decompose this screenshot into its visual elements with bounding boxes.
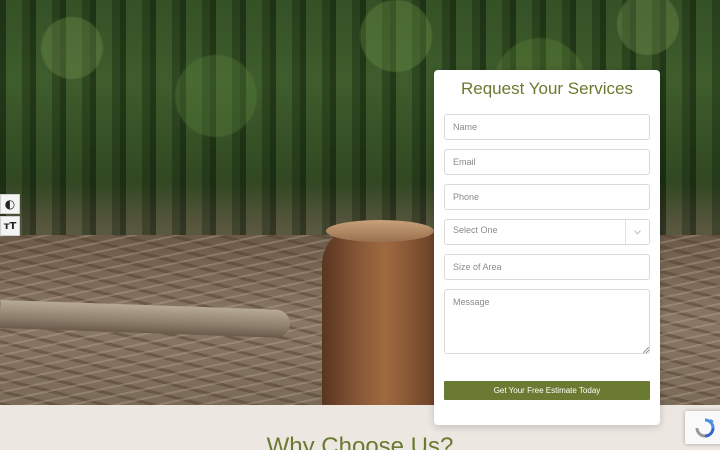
resize-handle[interactable]	[643, 347, 649, 353]
font-size-icon: ᴛT	[3, 220, 17, 232]
contrast-icon: ◐	[4, 197, 16, 211]
service-select[interactable]: Select One	[444, 219, 650, 245]
chevron-down-icon	[625, 220, 649, 244]
area-size-input[interactable]	[444, 254, 650, 280]
phone-input[interactable]	[444, 184, 650, 210]
message-textarea[interactable]	[444, 289, 650, 354]
contrast-toggle-button[interactable]: ◐	[0, 194, 20, 214]
name-input[interactable]	[444, 114, 650, 140]
submit-estimate-button[interactable]: Get Your Free Estimate Today	[444, 381, 650, 400]
service-select-value: Select One	[453, 225, 498, 235]
service-request-form: Request Your Services Select One Get You…	[434, 70, 660, 425]
font-size-toggle-button[interactable]: ᴛT	[0, 216, 20, 236]
form-title: Request Your Services	[461, 79, 633, 98]
accessibility-toolbar: ◐ ᴛT	[0, 194, 20, 238]
email-input[interactable]	[444, 149, 650, 175]
why-choose-us-heading: Why Choose Us?	[266, 433, 454, 450]
recaptcha-badge[interactable]	[685, 411, 720, 444]
tree-stump-top	[326, 220, 434, 242]
recaptcha-icon	[695, 418, 715, 437]
tree-stump	[322, 225, 437, 405]
